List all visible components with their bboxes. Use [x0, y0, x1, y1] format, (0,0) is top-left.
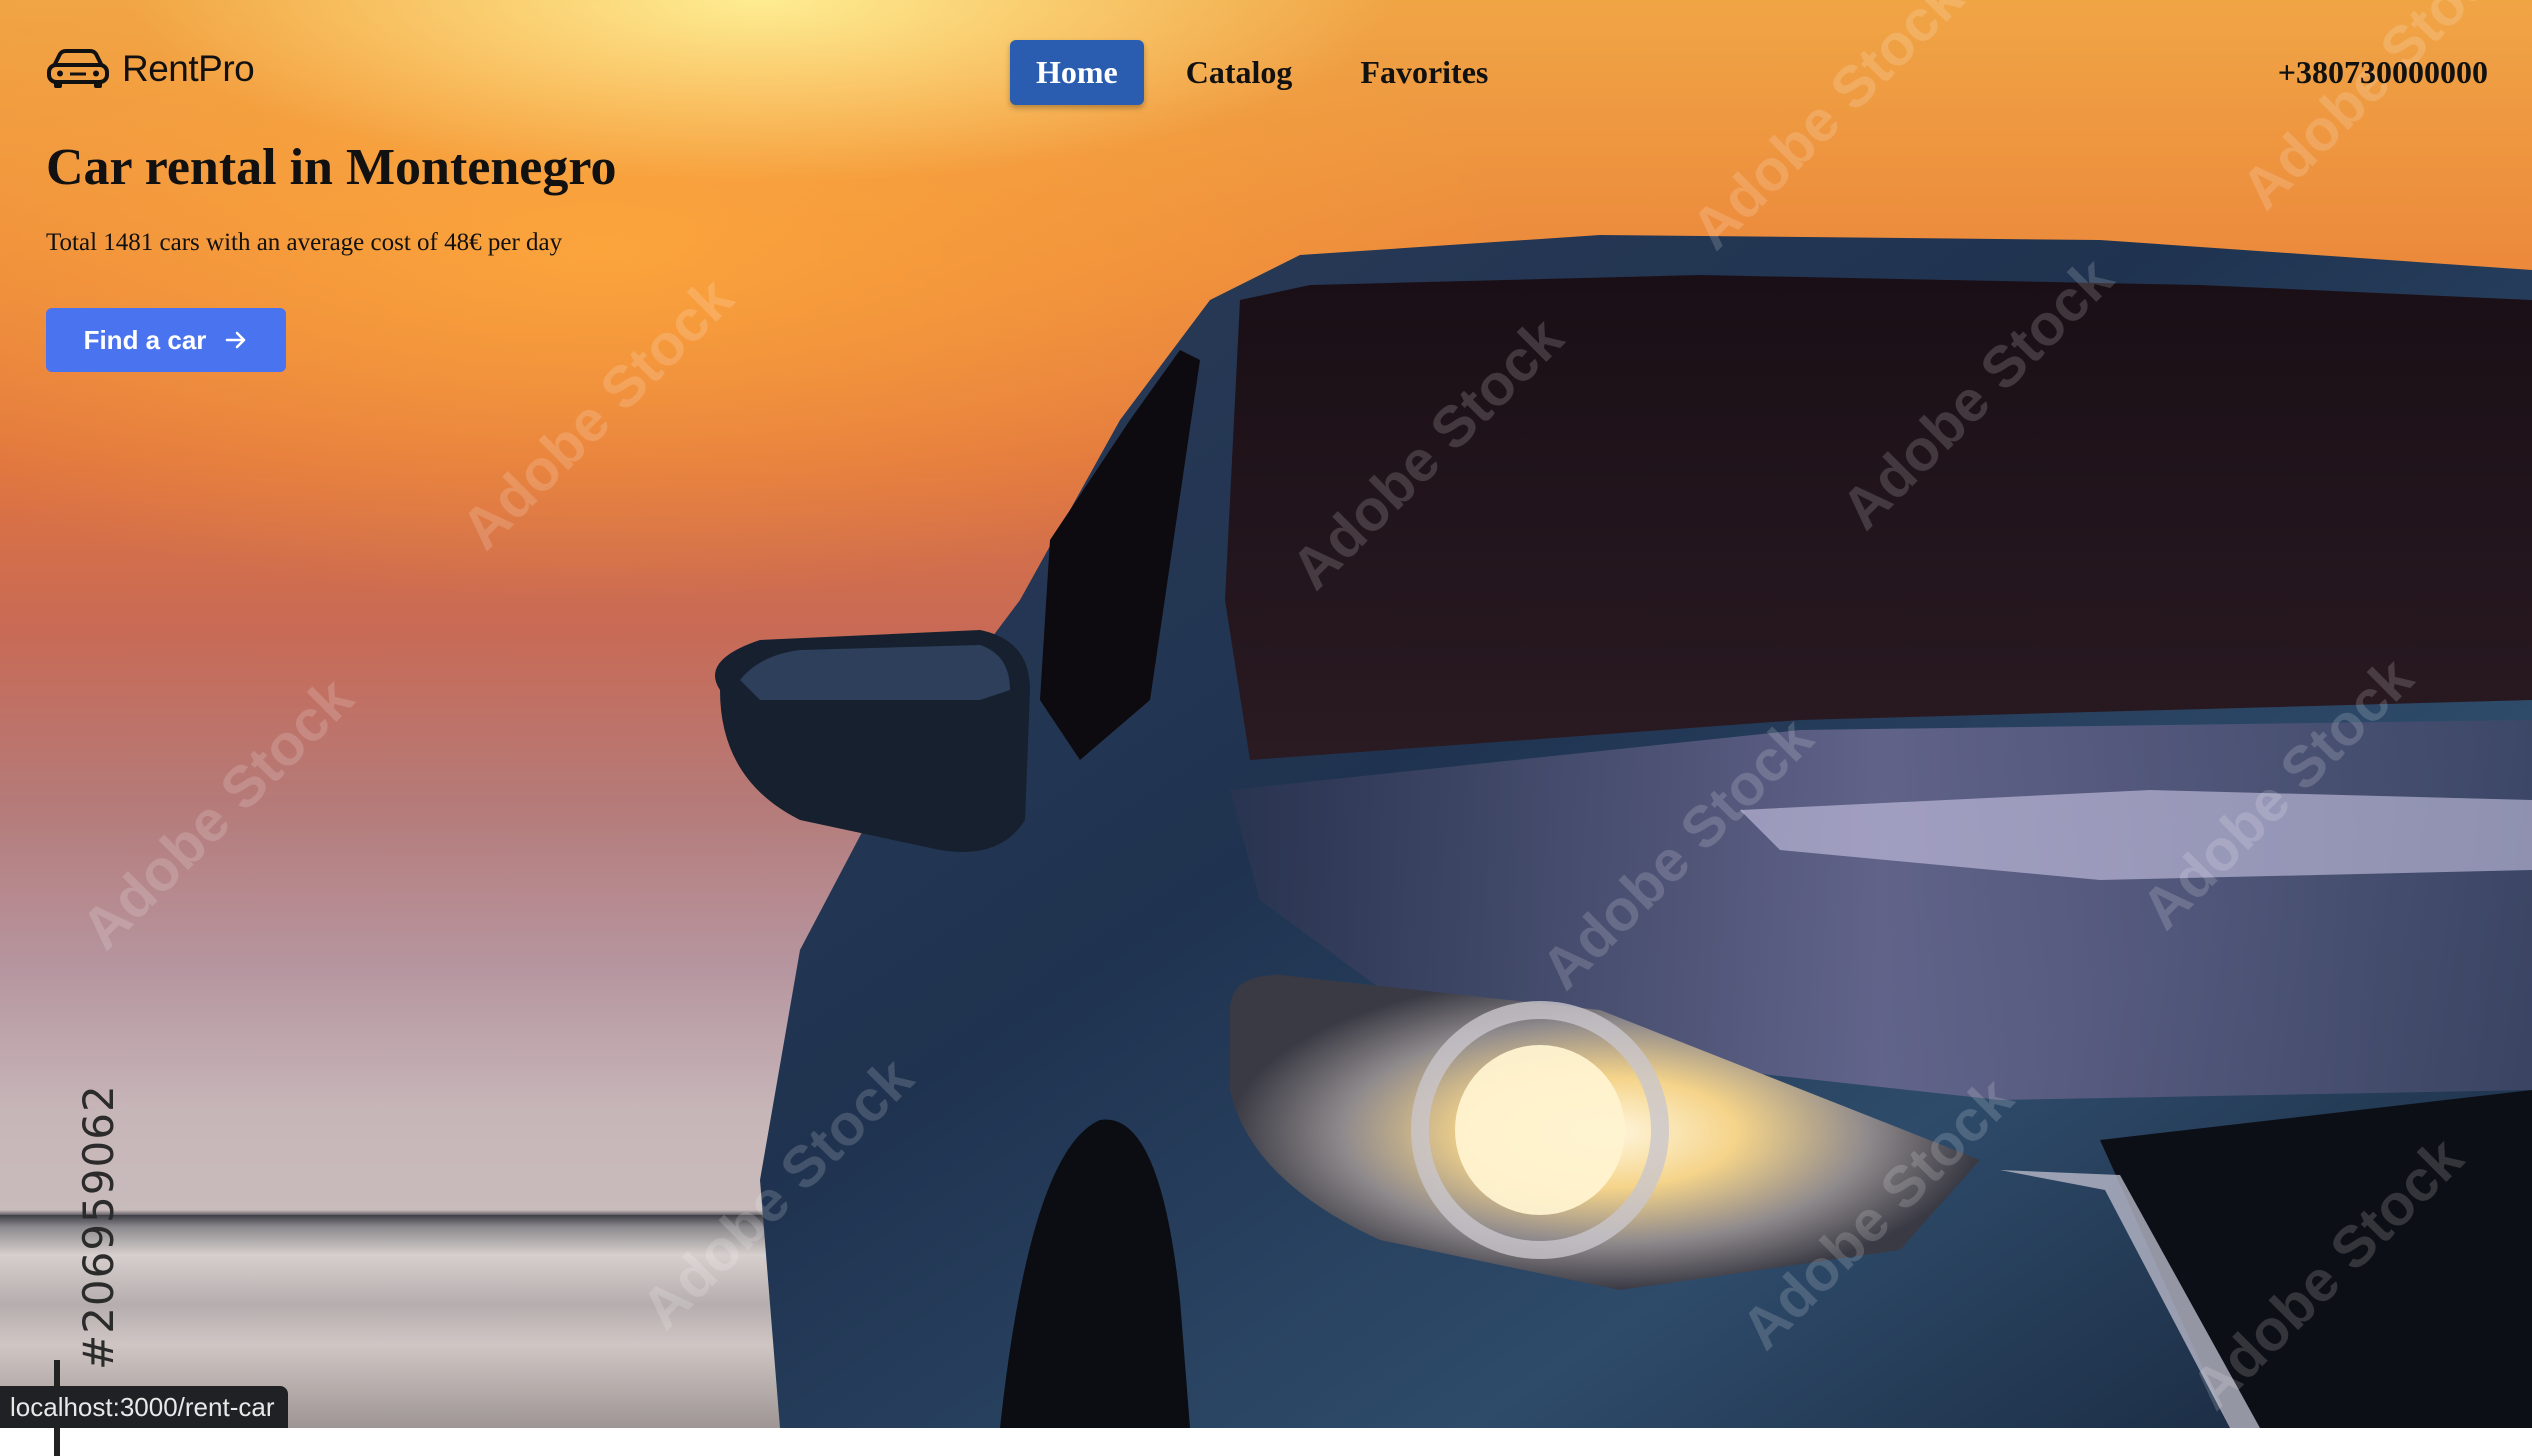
brand-name: RentPro — [122, 48, 255, 89]
page-title: Car rental in Montenegro — [46, 139, 617, 196]
arrow-right-icon — [226, 331, 246, 349]
find-car-label: Find a car — [83, 324, 207, 355]
nav-favorites[interactable]: Favorites — [1334, 40, 1514, 105]
nav-home[interactable]: Home — [1010, 40, 1144, 105]
status-bar-url: localhost:3000/rent-car — [0, 1386, 289, 1428]
find-car-button[interactable]: Find a car — [46, 308, 286, 372]
phone-link[interactable]: +380730000000 — [2278, 54, 2488, 91]
main-nav: Home Catalog Favorites — [1010, 40, 1530, 105]
hero-subtitle: Total 1481 cars with an average cost of … — [46, 229, 563, 256]
hero-car-image — [715, 235, 2532, 1428]
nav-catalog[interactable]: Catalog — [1160, 40, 1319, 105]
brand-logo[interactable]: RentPro — [46, 48, 255, 90]
stock-id-watermark: #206959062 — [28, 1080, 123, 1456]
car-icon — [47, 49, 109, 88]
stock-id-text: #206959062 — [74, 1084, 123, 1370]
